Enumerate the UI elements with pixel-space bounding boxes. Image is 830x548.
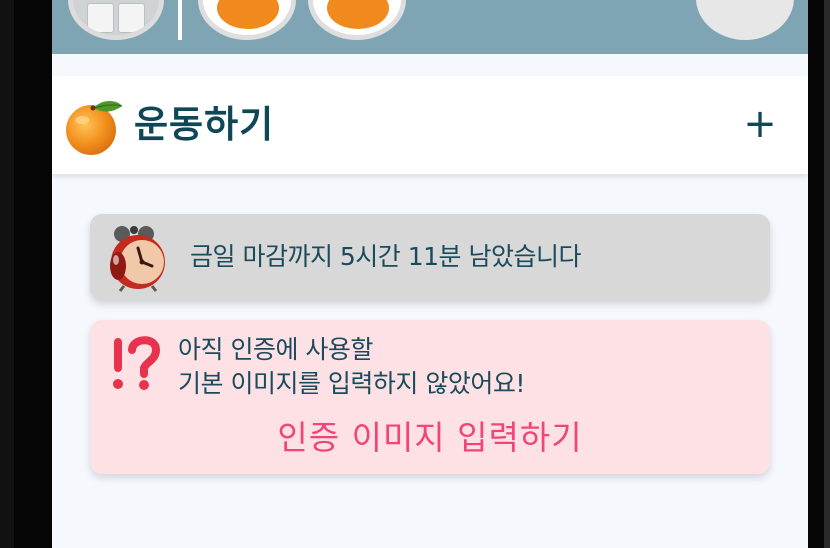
member-avatar-bar bbox=[52, 0, 808, 54]
avatar-orange-1[interactable] bbox=[198, 0, 296, 40]
enter-certification-image-button[interactable]: 인증 이미지 입력하기 bbox=[90, 416, 770, 460]
section-title: 운동하기 bbox=[134, 103, 275, 146]
avatar-keyboard[interactable] bbox=[68, 0, 164, 40]
device-frame-left bbox=[0, 0, 14, 548]
orange-avatar-icon bbox=[217, 0, 279, 29]
deadline-message: 금일 마감까지 5시간 11분 남았습니다 bbox=[190, 242, 582, 271]
device-frame-left-inner bbox=[14, 0, 52, 548]
orange-avatar-icon bbox=[327, 0, 389, 29]
exclamation-question-icon bbox=[113, 336, 161, 390]
app-screen: 운동하기 + 금일 마감까지 5시간 11분 남았습니다 아직 인증에 사용할 bbox=[52, 0, 808, 548]
avatar-empty[interactable] bbox=[696, 0, 794, 40]
alarm-clock-icon bbox=[110, 226, 165, 292]
section-header: 운동하기 + bbox=[52, 76, 808, 174]
deadline-notice-card: 금일 마감까지 5시간 11분 남았습니다 bbox=[90, 214, 770, 300]
avatar-orange-2[interactable] bbox=[308, 0, 406, 40]
orange-icon bbox=[66, 101, 123, 155]
warning-text-line-2: 기본 이미지를 입력하지 않았어요! bbox=[178, 369, 525, 398]
avatar-divider bbox=[178, 0, 182, 40]
keyboard-keys-icon bbox=[87, 3, 147, 33]
warning-text-line-1: 아직 인증에 사용할 bbox=[178, 335, 373, 364]
device-frame-right-edge bbox=[824, 0, 830, 548]
add-button[interactable]: + bbox=[740, 100, 780, 148]
image-missing-warning-card: 아직 인증에 사용할 기본 이미지를 입력하지 않았어요! 인증 이미지 입력하… bbox=[90, 320, 770, 474]
